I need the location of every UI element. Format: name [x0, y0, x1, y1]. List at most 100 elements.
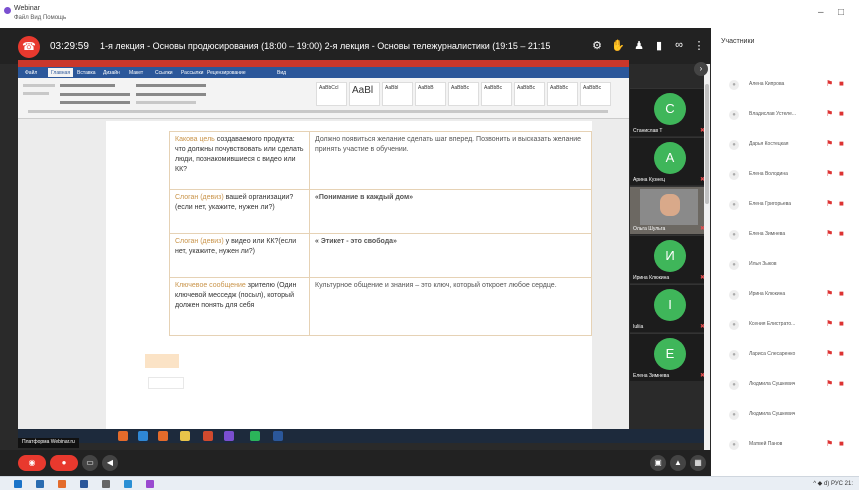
- mic-off-icon[interactable]: ⚑: [826, 319, 833, 328]
- style-gallery-item[interactable]: AaBbBc: [481, 82, 512, 106]
- list-item[interactable]: ● Елена Григорьева ⚑ ■: [711, 192, 859, 218]
- volume-button[interactable]: ◀: [102, 455, 118, 471]
- participants-icon[interactable]: ♟: [632, 39, 646, 53]
- tiles-scrollbar[interactable]: [704, 64, 710, 452]
- settings-icon[interactable]: ⚙: [590, 39, 604, 53]
- list-item[interactable]: ● Алена Кипрова ⚑ ■: [711, 72, 859, 98]
- participant-tile[interactable]: И Ирина Клюкина ✖: [630, 235, 708, 283]
- camera-off-icon[interactable]: ■: [839, 199, 844, 208]
- camera-off-icon[interactable]: ■: [839, 139, 844, 148]
- mic-off-icon[interactable]: ⚑: [826, 289, 833, 298]
- camera-off-icon[interactable]: ■: [839, 79, 844, 88]
- camera-off-icon[interactable]: ■: [839, 109, 844, 118]
- participant-tile[interactable]: Ольга Шульга ✖: [630, 186, 708, 234]
- camera-off-icon[interactable]: ■: [839, 319, 844, 328]
- list-item[interactable]: ● Владислав Устеле... ⚑ ■: [711, 102, 859, 128]
- camera-off-icon[interactable]: ■: [839, 379, 844, 388]
- list-item[interactable]: ● Елена Зимнева ⚑ ■: [711, 222, 859, 248]
- leave-call-button[interactable]: ☎: [18, 36, 40, 58]
- camera-off-icon[interactable]: ■: [839, 439, 844, 448]
- taskbar-app-icon[interactable]: [102, 480, 110, 488]
- app-name: Webinar: [14, 5, 40, 12]
- collapse-panel-button[interactable]: ›: [694, 62, 708, 76]
- link-icon[interactable]: ∞: [672, 39, 686, 53]
- camera-off-icon[interactable]: ■: [839, 349, 844, 358]
- participant-name: Ксения Елистрато...: [749, 321, 796, 327]
- list-item[interactable]: ● Ирина Клюкина ⚑ ■: [711, 282, 859, 308]
- layout-button[interactable]: ▦: [690, 455, 706, 471]
- ribbon-tab[interactable]: Главная: [48, 68, 74, 77]
- mic-off-icon[interactable]: ⚑: [826, 139, 833, 148]
- style-gallery-item[interactable]: AaBbBc: [514, 82, 545, 106]
- screen-share-button[interactable]: ▭: [82, 455, 98, 471]
- mic-off-icon[interactable]: ⚑: [826, 439, 833, 448]
- ribbon-tab[interactable]: Макет: [126, 68, 146, 77]
- ribbon-tab[interactable]: Вставка: [74, 68, 99, 77]
- list-item[interactable]: ● Ксения Елистрато... ⚑ ■: [711, 312, 859, 338]
- answer-cell[interactable]: Культурное общение и знания – это ключ, …: [309, 277, 592, 336]
- question-cell[interactable]: Слоган (девиз) у видео или КК?(если нет,…: [169, 233, 310, 278]
- mic-off-icon[interactable]: ⚑: [826, 79, 833, 88]
- participant-tile[interactable]: А Арина Кузнец ✖: [630, 137, 708, 185]
- participant-tile[interactable]: Е Елена Зимнева ✖: [630, 333, 708, 381]
- list-item[interactable]: ● Елена Володина ⚑ ■: [711, 162, 859, 188]
- question-cell[interactable]: Ключевое сообщение зрителю (Один ключево…: [169, 277, 310, 336]
- system-tray[interactable]: ^ ◆ d) РУС 21:: [813, 480, 853, 487]
- app-menu[interactable]: Файл Вид Помощь: [14, 15, 66, 21]
- style-gallery-item[interactable]: AaBbBc: [580, 82, 611, 106]
- mic-off-icon[interactable]: ⚑: [826, 379, 833, 388]
- answer-cell[interactable]: « Этикет - это свобода»: [309, 233, 592, 278]
- document-icon[interactable]: ▮: [652, 39, 666, 53]
- mic-off-icon[interactable]: ⚑: [826, 199, 833, 208]
- participant-tile[interactable]: С Станислав Т ✖: [630, 88, 708, 136]
- ribbon-tab[interactable]: Ссылки: [152, 68, 176, 77]
- taskbar-explorer-icon[interactable]: [36, 480, 44, 488]
- taskbar-webinar-icon[interactable]: [146, 480, 154, 488]
- style-gallery-item[interactable]: AaBbCcl: [316, 82, 347, 106]
- mic-off-icon[interactable]: ⚑: [826, 169, 833, 178]
- user-icon: ●: [729, 380, 739, 390]
- list-item[interactable]: ● Илья Зыков: [711, 252, 859, 278]
- scroll-thumb[interactable]: [705, 84, 709, 204]
- style-gallery-item[interactable]: AaBbl: [382, 82, 413, 106]
- mic-off-icon[interactable]: ⚑: [826, 349, 833, 358]
- list-item[interactable]: ● Людмила Сушкевич ⚑ ■: [711, 372, 859, 398]
- answer-cell[interactable]: «Понимание в каждый дом»: [309, 189, 592, 234]
- mic-off-icon[interactable]: ⚑: [826, 229, 833, 238]
- list-item[interactable]: ● Людмила Сушкевич: [711, 402, 859, 428]
- ribbon-tab[interactable]: Файл: [22, 68, 40, 77]
- camera-button[interactable]: ◉: [18, 455, 46, 471]
- mic-button[interactable]: ●: [50, 455, 78, 471]
- participants-title[interactable]: Участники: [721, 38, 754, 45]
- hand-icon[interactable]: ✋: [611, 39, 625, 53]
- ribbon-tab[interactable]: Рассылки: [178, 68, 206, 77]
- question-cell[interactable]: Какова цель создаваемого продукта: что д…: [169, 131, 310, 190]
- start-icon[interactable]: [14, 480, 22, 488]
- style-gallery-item[interactable]: AaBl: [349, 82, 380, 106]
- answer-cell[interactable]: Должно появиться желание сделать шаг впе…: [309, 131, 592, 190]
- mic-off-icon[interactable]: ⚑: [826, 109, 833, 118]
- minimize-button[interactable]: –: [818, 7, 824, 18]
- fullscreen-button[interactable]: ▣: [650, 455, 666, 471]
- list-item[interactable]: ● Дарья Костецкая ⚑ ■: [711, 132, 859, 158]
- camera-off-icon[interactable]: ■: [839, 229, 844, 238]
- camera-off-icon[interactable]: ■: [839, 169, 844, 178]
- list-item[interactable]: ● Матвей Панов ⚑ ■: [711, 432, 859, 458]
- style-gallery-item[interactable]: AaBbB: [415, 82, 446, 106]
- ribbon-tab[interactable]: Рецензирование: [204, 68, 249, 77]
- ribbon-tab[interactable]: Вид: [274, 68, 289, 77]
- taskbar-store-icon[interactable]: [124, 480, 132, 488]
- meeting-topbar: ☎ 03:29:59 1-я лекция - Основы продюсиро…: [0, 28, 711, 64]
- style-gallery-item[interactable]: AaBbBc: [547, 82, 578, 106]
- ribbon-tab[interactable]: Дизайн: [100, 68, 123, 77]
- taskbar-word-icon[interactable]: [80, 480, 88, 488]
- taskbar-chrome-icon[interactable]: [58, 480, 66, 488]
- maximize-button[interactable]: □: [838, 7, 844, 18]
- question-cell[interactable]: Слоган (девиз) вашей организации?(если н…: [169, 189, 310, 234]
- hand-raise-button[interactable]: ▲: [670, 455, 686, 471]
- participant-tile[interactable]: I Iuliia ✖: [630, 284, 708, 332]
- style-gallery-item[interactable]: AaBbBc: [448, 82, 479, 106]
- list-item[interactable]: ● Лариса Слесаренко ⚑ ■: [711, 342, 859, 368]
- more-icon[interactable]: ⋮: [692, 39, 706, 53]
- camera-off-icon[interactable]: ■: [839, 289, 844, 298]
